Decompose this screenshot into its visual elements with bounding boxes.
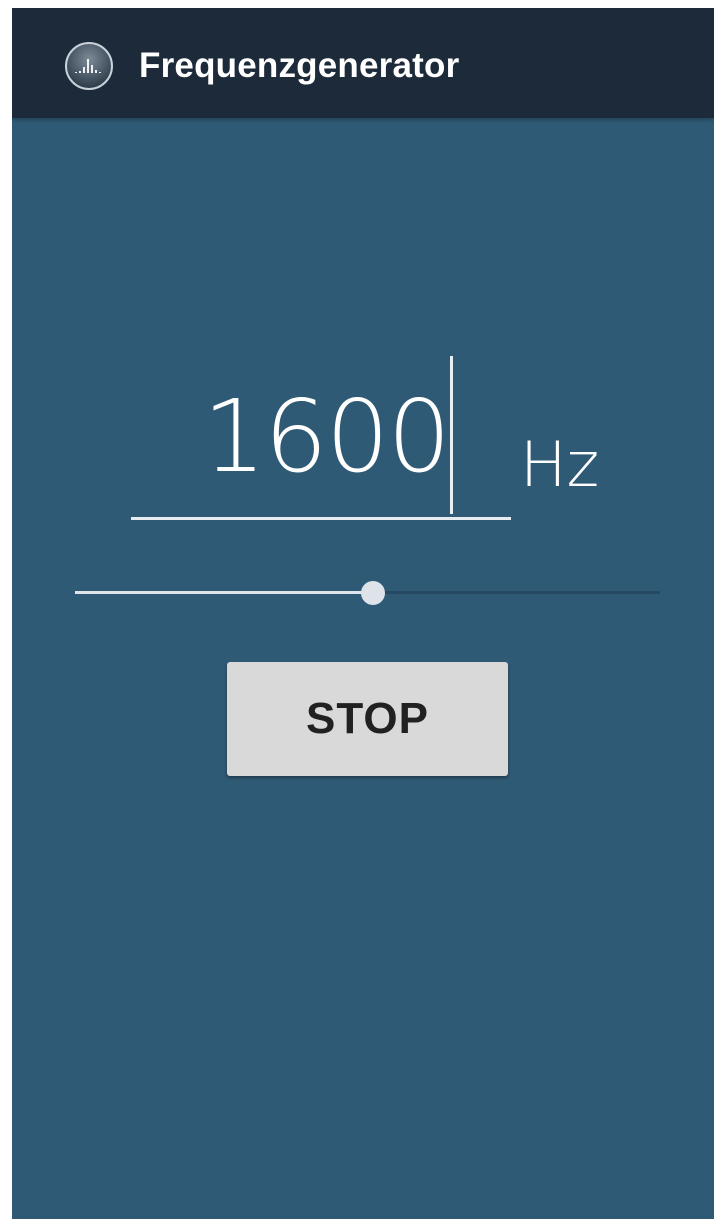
app-bar: Frequenzgenerator bbox=[12, 8, 714, 118]
app-screen: Frequenzgenerator 1600 Hz STOP bbox=[12, 8, 714, 1219]
stop-button-label: STOP bbox=[305, 694, 429, 743]
frequency-row: 1600 Hz bbox=[131, 353, 691, 533]
frequency-unit: Hz bbox=[520, 428, 600, 501]
slider-thumb[interactable] bbox=[361, 581, 385, 605]
frequency-value: 1600 bbox=[202, 378, 451, 495]
input-underline bbox=[131, 517, 511, 520]
frequency-slider[interactable] bbox=[75, 579, 660, 607]
stop-button[interactable]: STOP bbox=[227, 662, 508, 776]
spectrum-icon bbox=[65, 42, 113, 90]
app-title: Frequenzgenerator bbox=[139, 46, 460, 85]
text-cursor bbox=[450, 356, 453, 514]
frequency-input[interactable]: 1600 bbox=[131, 353, 511, 520]
slider-fill bbox=[75, 591, 373, 594]
